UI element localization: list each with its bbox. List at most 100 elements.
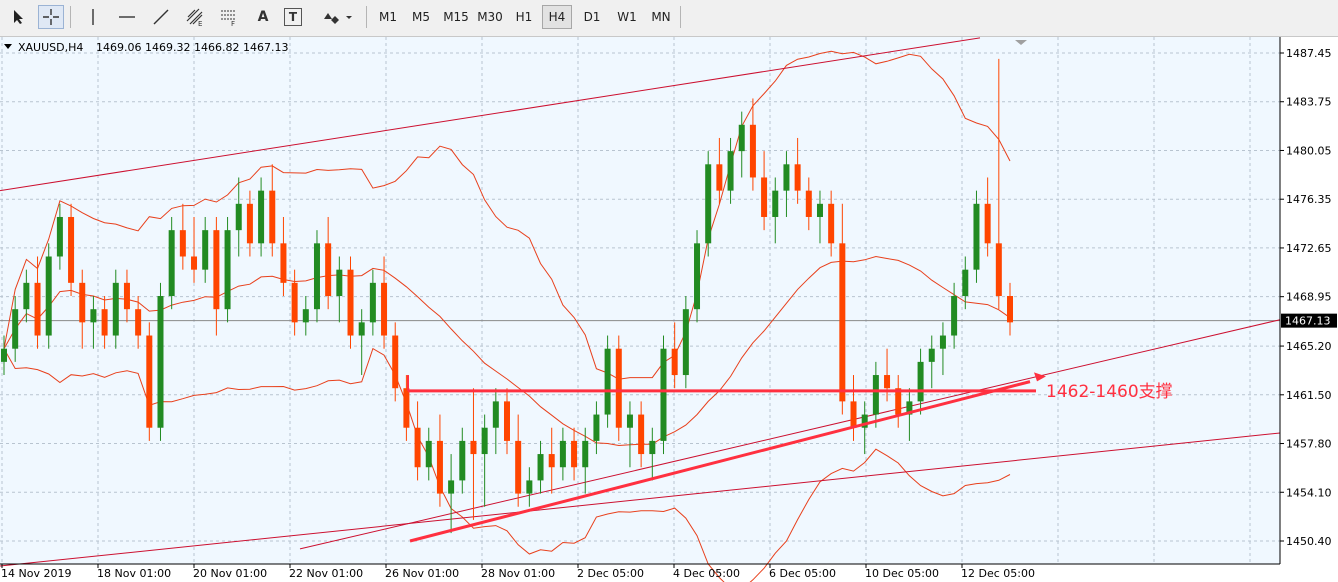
candle-body-down — [515, 440, 522, 494]
time-label: 14 Nov 2019 — [1, 567, 71, 580]
price-chart[interactable]: 1462-1460支撑 1487.45 1483.75 1480.05 1476.35… — [0, 37, 1338, 582]
svg-text:F: F — [231, 20, 235, 27]
candle-body-up — [694, 243, 701, 310]
candle-body-up — [738, 124, 745, 152]
candle-body-down — [191, 256, 198, 270]
candle-body-down — [291, 282, 298, 323]
candle-body-down — [135, 309, 142, 336]
shapes-icon[interactable] — [318, 5, 358, 29]
candle-body-down — [638, 414, 645, 455]
candle-body-up — [202, 230, 209, 270]
candle-body-up — [649, 440, 656, 455]
candle-body-up — [928, 348, 935, 362]
candle-body-down — [1007, 296, 1013, 323]
timeframe-m30[interactable]: M30 — [474, 5, 506, 29]
candle-body-down — [504, 401, 510, 441]
candle-body-up — [23, 282, 30, 310]
candle-body-up — [492, 401, 499, 428]
candle-body-up — [90, 309, 97, 323]
time-label: 20 Nov 01:00 — [193, 567, 267, 580]
toolbar-separator — [680, 6, 681, 28]
trendline-icon[interactable] — [148, 5, 174, 29]
candle-body-up — [872, 375, 879, 415]
time-label: 18 Nov 01:00 — [97, 567, 171, 580]
candle-body-down — [79, 282, 86, 323]
time-label: 26 Nov 01:00 — [385, 567, 459, 580]
timeframe-m15[interactable]: M15 — [440, 5, 472, 29]
equidistant-channel-icon[interactable]: E — [182, 5, 208, 29]
candle-body-up — [660, 348, 667, 441]
candle-body-up — [951, 296, 958, 336]
fibonacci-icon[interactable]: F — [216, 5, 242, 29]
price-label: 1465.20 — [1286, 340, 1332, 353]
timeframe-h4[interactable]: H4 — [542, 5, 572, 29]
candle-body-up — [593, 414, 600, 441]
timeframe-d1[interactable]: D1 — [578, 5, 606, 29]
candle-body-down — [470, 440, 477, 455]
price-label: 1487.45 — [1286, 47, 1332, 60]
candle-body-down — [615, 348, 622, 428]
candle-body-down — [381, 282, 388, 336]
candle-body-up — [626, 414, 633, 428]
candle-body-up — [369, 282, 376, 323]
candle-body-down — [213, 230, 220, 310]
chart-symbol: XAUUSD,H4 — [18, 41, 83, 54]
text-icon[interactable]: A — [250, 5, 276, 29]
candle-body-up — [727, 151, 734, 191]
timeframe-m5[interactable]: M5 — [406, 5, 436, 29]
candle-body-up — [56, 216, 63, 257]
candle-body-up — [235, 203, 242, 231]
candle-body-down — [995, 243, 1002, 297]
horizontal-line-icon[interactable] — [114, 5, 140, 29]
candle-body-down — [123, 282, 130, 310]
crosshair-icon[interactable] — [38, 5, 64, 29]
timeframe-m1[interactable]: M1 — [374, 5, 402, 29]
text-label-icon[interactable]: T — [284, 8, 302, 26]
timeframe-h1[interactable]: H1 — [510, 5, 538, 29]
price-label: 1480.05 — [1286, 144, 1332, 157]
price-label: 1454.10 — [1286, 486, 1332, 499]
candle-body-up — [258, 190, 265, 244]
svg-text:E: E — [198, 20, 202, 27]
price-label: 1472.65 — [1286, 242, 1332, 255]
candle-body-up — [559, 440, 566, 468]
vertical-line-icon[interactable] — [80, 5, 106, 29]
candle-body-down — [146, 335, 153, 428]
candle-body-down — [347, 269, 354, 336]
candle-body-down — [414, 427, 421, 468]
candle-body-up — [302, 309, 309, 323]
time-label: 2 Dec 05:00 — [577, 567, 644, 580]
time-label: 12 Dec 05:00 — [961, 567, 1035, 580]
candle-body-down — [436, 440, 443, 494]
candle-body-up — [973, 203, 980, 270]
candle-body-down — [984, 203, 991, 244]
price-label: 1468.95 — [1286, 291, 1332, 304]
toolbar-separator — [366, 6, 367, 28]
candle-body-up — [939, 335, 946, 349]
candle-body-down — [828, 203, 835, 244]
candle-body-up — [537, 454, 544, 481]
chart-ohlc: 1469.06 1469.32 1466.82 1467.13 — [96, 41, 288, 54]
candle-body-up — [481, 427, 488, 455]
candle-body-up — [962, 269, 969, 297]
candle-body-up — [682, 309, 689, 376]
timeframe-mn[interactable]: MN — [646, 5, 676, 29]
time-label: 10 Dec 05:00 — [865, 567, 939, 580]
cursor-icon[interactable] — [6, 5, 32, 29]
timeframe-w1[interactable]: W1 — [612, 5, 642, 29]
candle-body-down — [246, 203, 253, 244]
price-label: 1457.80 — [1286, 438, 1332, 451]
candle-body-up — [448, 480, 455, 494]
candle-body-down — [269, 190, 276, 244]
candle-body-up — [705, 164, 712, 244]
candle-body-down — [571, 440, 578, 468]
support-label: 1462-1460支撑 — [1046, 382, 1173, 402]
price-label: 1450.40 — [1286, 535, 1332, 548]
candle-body-down — [761, 177, 768, 217]
candle-body-up — [917, 361, 924, 402]
candle-body-down — [403, 388, 410, 428]
candle-body-up — [816, 203, 823, 217]
price-axis: 1487.45 1483.75 1480.05 1476.35 1472.65 1468.… — [1280, 47, 1337, 548]
candle-body-down — [392, 335, 399, 389]
candle-body-down — [794, 164, 801, 191]
